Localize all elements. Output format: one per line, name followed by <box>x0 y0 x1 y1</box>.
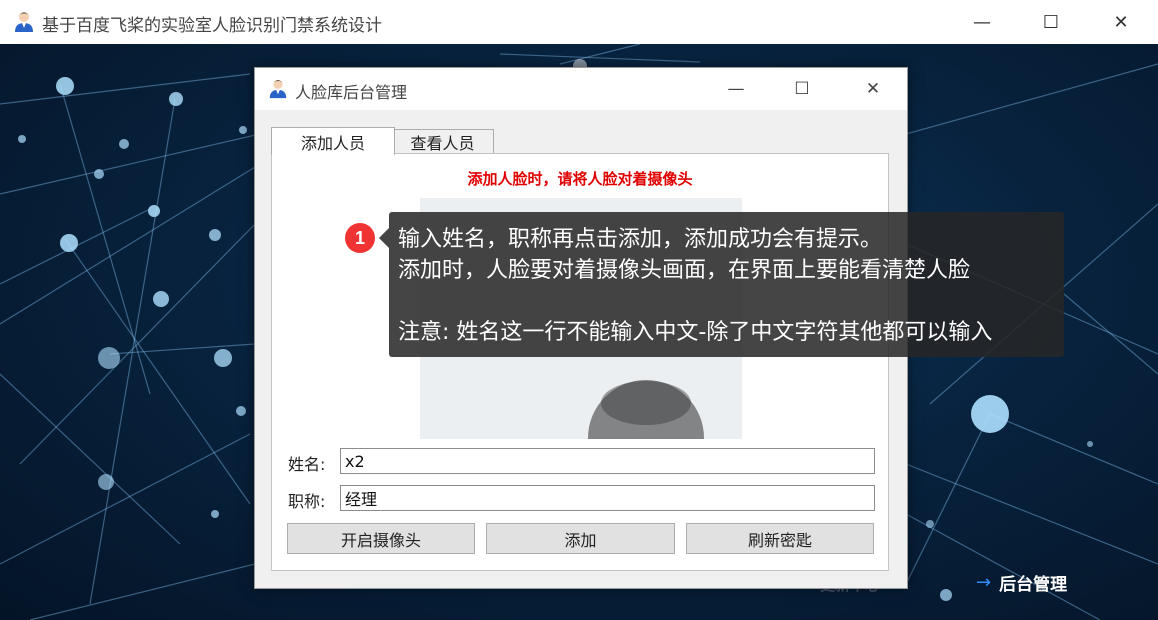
dialog-close-button[interactable]: ✕ <box>848 68 898 110</box>
main-maximize-button[interactable]: ☐ <box>1022 0 1080 44</box>
refresh-key-button[interactable]: 刷新密匙 <box>686 523 874 554</box>
main-title-bar: 基于百度飞桨的实验室人脸识别门禁系统设计 — ☐ ✕ <box>0 0 1158 44</box>
tab-view-persons[interactable]: 查看人员 <box>391 129 494 155</box>
name-field[interactable]: x2 <box>340 448 875 474</box>
add-button[interactable]: 添加 <box>486 523 675 554</box>
tooltip-pointer <box>379 228 389 248</box>
dialog-minimize-button[interactable]: — <box>711 68 761 110</box>
admin-link[interactable]: → 后台管理 <box>976 570 1067 595</box>
tooltip-line-1: 输入姓名，职称再点击添加，添加成功会有提示。 <box>398 227 883 252</box>
main-minimize-button[interactable]: — <box>953 0 1011 44</box>
tooltip-line-2: 添加时，人脸要对着摄像头画面，在界面上要能看清楚人脸 <box>398 258 971 283</box>
dialog-title: 人脸库后台管理 <box>295 83 408 102</box>
right-arrow-icon: → <box>976 572 992 593</box>
user-avatar-icon <box>15 12 33 32</box>
main-close-button[interactable]: ✕ <box>1092 0 1150 44</box>
tooltip-spacer <box>398 286 1064 317</box>
camera-notice: 添加人脸时，请将人脸对着摄像头 <box>467 170 693 188</box>
step-badge: 1 <box>345 223 375 253</box>
tooltip-line-3: 注意: 姓名这一行不能输入中文-除了中文字符其他都可以输入 <box>398 320 993 345</box>
dialog-title-bar: 人脸库后台管理 — ☐ ✕ <box>255 68 907 110</box>
name-label: 姓名: <box>288 455 326 474</box>
user-avatar-icon <box>269 79 287 99</box>
dialog-maximize-button[interactable]: ☐ <box>777 68 827 110</box>
title-label: 职称: <box>288 492 326 511</box>
guide-tooltip: 输入姓名，职称再点击添加，添加成功会有提示。 添加时，人脸要对着摄像头画面，在界… <box>389 212 1064 357</box>
tab-add-person[interactable]: 添加人员 <box>271 127 395 155</box>
admin-link-label: 后台管理 <box>999 575 1068 595</box>
title-field[interactable]: 经理 <box>340 485 875 511</box>
main-window-title: 基于百度飞桨的实验室人脸识别门禁系统设计 <box>42 16 382 36</box>
open-camera-button[interactable]: 开启摄像头 <box>287 523 475 554</box>
